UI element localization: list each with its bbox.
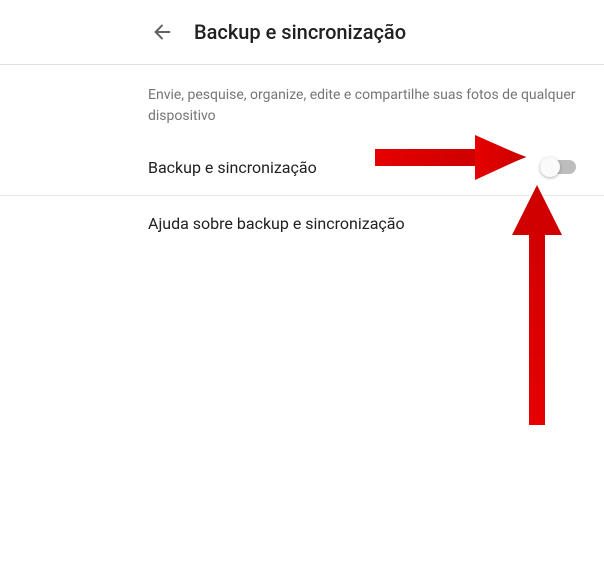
arrow-back-icon — [151, 21, 173, 43]
back-button[interactable] — [148, 18, 176, 46]
backup-sync-row[interactable]: Backup e sincronização — [0, 139, 604, 196]
settings-description: Envie, pesquise, organize, edite e compa… — [0, 65, 604, 139]
backup-sync-toggle[interactable] — [540, 157, 576, 177]
help-label: Ajuda sobre backup e sincronização — [148, 214, 405, 233]
page-title: Backup e sincronização — [194, 20, 406, 44]
backup-sync-label: Backup e sincronização — [148, 158, 317, 177]
header: Backup e sincronização — [0, 0, 604, 65]
help-row[interactable]: Ajuda sobre backup e sincronização — [0, 196, 604, 251]
toggle-thumb — [540, 157, 560, 177]
